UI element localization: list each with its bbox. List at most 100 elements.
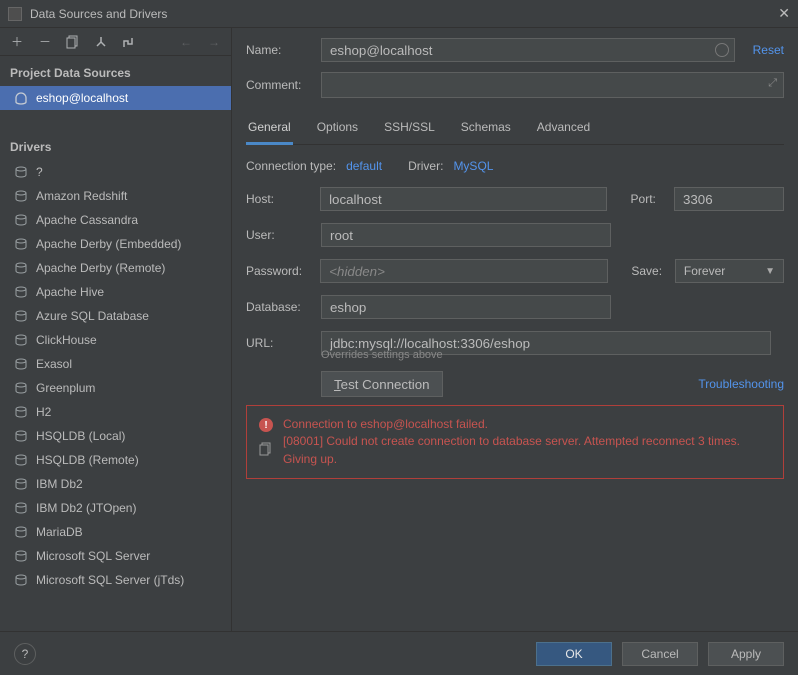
name-label: Name: <box>246 43 321 57</box>
database-input[interactable] <box>321 295 611 319</box>
tab-options[interactable]: Options <box>315 114 360 144</box>
main-panel: Name: Reset Comment: ⤢ General Options S… <box>232 28 798 631</box>
user-input[interactable] <box>321 223 611 247</box>
driver-item[interactable]: Apache Cassandra <box>0 208 231 232</box>
driver-item[interactable]: Exasol <box>0 352 231 376</box>
error-panel: ! Connection to eshop@localhost failed. … <box>246 405 784 479</box>
driver-label: HSQLDB (Remote) <box>36 453 139 467</box>
driver-icon <box>14 381 28 395</box>
driver-icon <box>14 477 28 491</box>
datasource-icon <box>14 91 28 105</box>
error-icon: ! <box>259 418 273 432</box>
driver-icon <box>14 429 28 443</box>
name-input[interactable] <box>321 38 735 62</box>
driver-label: HSQLDB (Local) <box>36 429 125 443</box>
comment-label: Comment: <box>246 78 321 92</box>
driver-icon <box>14 237 28 251</box>
back-icon[interactable]: ← <box>179 35 193 49</box>
copy-error-icon[interactable] <box>259 442 273 456</box>
close-icon[interactable]: ✕ <box>778 5 790 22</box>
drivers-list: ? Amazon Redshift Apache Cassandra Apache D… <box>0 160 231 592</box>
driver-icon <box>14 501 28 515</box>
port-label: Port: <box>631 192 674 206</box>
settings-icon[interactable] <box>94 35 108 49</box>
troubleshooting-link[interactable]: Troubleshooting <box>698 377 784 391</box>
user-label: User: <box>246 228 321 242</box>
host-input[interactable] <box>320 187 607 211</box>
tab-general[interactable]: General <box>246 114 293 144</box>
remove-icon[interactable]: － <box>38 35 52 49</box>
driver-icon <box>14 285 28 299</box>
driver-icon <box>14 261 28 275</box>
driver-icon <box>14 189 28 203</box>
cancel-button[interactable]: Cancel <box>622 642 698 666</box>
titlebar: Data Sources and Drivers ✕ <box>0 0 798 28</box>
driver-item[interactable]: Apache Derby (Remote) <box>0 256 231 280</box>
save-value: Forever <box>684 264 725 278</box>
driver-icon <box>14 405 28 419</box>
copy-icon[interactable] <box>66 35 80 49</box>
save-label: Save: <box>631 264 675 278</box>
driver-item[interactable]: Apache Hive <box>0 280 231 304</box>
driver-label: Apache Cassandra <box>36 213 138 227</box>
apply-button[interactable]: Apply <box>708 642 784 666</box>
tab-schemas[interactable]: Schemas <box>459 114 513 144</box>
driver-label: ? <box>36 165 43 179</box>
driver-label: IBM Db2 <box>36 477 83 491</box>
driver-item[interactable]: Microsoft SQL Server (jTds) <box>0 568 231 592</box>
driver-item[interactable]: IBM Db2 (JTOpen) <box>0 496 231 520</box>
driver-icon <box>14 309 28 323</box>
driver-label: Microsoft SQL Server (jTds) <box>36 573 184 587</box>
expand-icon[interactable]: ⤢ <box>768 77 777 90</box>
driver-item[interactable]: Azure SQL Database <box>0 304 231 328</box>
test-connection-button[interactable]: Test Connection <box>321 371 443 397</box>
save-select[interactable]: Forever ▼ <box>675 259 784 283</box>
database-label: Database: <box>246 300 321 314</box>
driver-label: Greenplum <box>36 381 95 395</box>
forward-icon[interactable]: → <box>207 35 221 49</box>
driver-item[interactable]: Microsoft SQL Server <box>0 544 231 568</box>
driver-item[interactable]: HSQLDB (Local) <box>0 424 231 448</box>
driver-item[interactable]: Greenplum <box>0 376 231 400</box>
password-input[interactable] <box>320 259 607 283</box>
driver-icon <box>14 573 28 587</box>
app-icon <box>8 7 22 21</box>
driver-icon <box>14 549 28 563</box>
driver-item[interactable]: ? <box>0 160 231 184</box>
driver-item[interactable]: ClickHouse <box>0 328 231 352</box>
datasource-label: eshop@localhost <box>36 91 128 105</box>
driver-label: Exasol <box>36 357 72 371</box>
driver-item[interactable]: Apache Derby (Embedded) <box>0 232 231 256</box>
password-label: Password: <box>246 264 320 278</box>
refresh-schema-icon[interactable] <box>122 35 136 49</box>
host-label: Host: <box>246 192 320 206</box>
driver-link[interactable]: MySQL <box>453 159 493 173</box>
comment-input[interactable]: ⤢ <box>321 72 784 98</box>
driver-item[interactable]: MariaDB <box>0 520 231 544</box>
chevron-down-icon: ▼ <box>765 266 775 277</box>
project-ds-header: Project Data Sources <box>0 56 231 86</box>
drivers-header: Drivers <box>0 130 231 160</box>
tab-sshssl[interactable]: SSH/SSL <box>382 114 437 144</box>
add-icon[interactable]: ＋ <box>10 35 24 49</box>
driver-label: Apache Derby (Embedded) <box>36 237 181 251</box>
driver-item[interactable]: IBM Db2 <box>0 472 231 496</box>
driver-item[interactable]: H2 <box>0 400 231 424</box>
window-title: Data Sources and Drivers <box>30 7 167 21</box>
conn-type-value[interactable]: default <box>346 159 382 173</box>
driver-icon <box>14 213 28 227</box>
driver-icon <box>14 357 28 371</box>
driver-item[interactable]: Amazon Redshift <box>0 184 231 208</box>
color-picker-icon[interactable] <box>715 43 729 57</box>
driver-label: Apache Derby (Remote) <box>36 261 165 275</box>
datasource-item[interactable]: eshop@localhost <box>0 86 231 110</box>
ok-button[interactable]: OK <box>536 642 612 666</box>
driver-item[interactable]: HSQLDB (Remote) <box>0 448 231 472</box>
port-input[interactable] <box>674 187 784 211</box>
error-line1: Connection to eshop@localhost failed. <box>283 416 771 433</box>
driver-label: IBM Db2 (JTOpen) <box>36 501 136 515</box>
driver-label: Driver: <box>408 159 443 173</box>
tab-advanced[interactable]: Advanced <box>535 114 592 144</box>
help-button[interactable]: ? <box>14 643 36 665</box>
reset-link[interactable]: Reset <box>753 43 784 57</box>
